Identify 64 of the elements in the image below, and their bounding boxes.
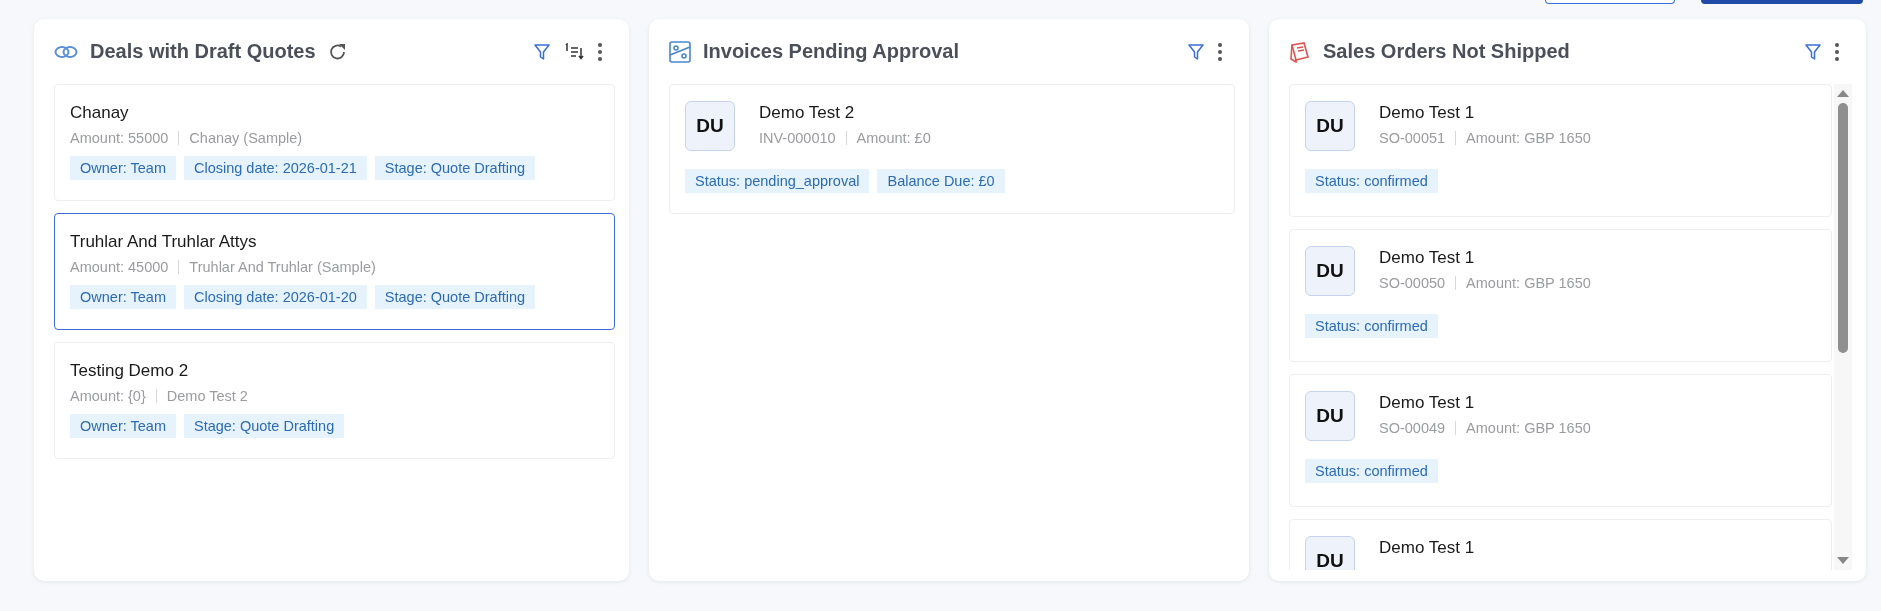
sort-icon[interactable] [563,42,585,61]
tag: Status: pending_approval [685,169,870,193]
record-card[interactable]: Chanay Amount: 55000 Chanay (Sample) Owner: Team Closing date: 2026-01-21 Stage: Quote Drafting [54,84,615,201]
panel-title: Deals with Draft Quotes [90,40,316,63]
record-detail: Amount: 45000 [70,259,169,275]
more-icon[interactable] [597,41,603,62]
record-card[interactable]: DU Demo Test 1 SO-00050 Amount: GBP 1650 Status: confirmed [1289,229,1832,362]
book-icon [1289,40,1311,63]
record-card[interactable]: DU Demo Test 1 [1289,519,1832,570]
filter-icon[interactable] [1187,42,1205,61]
record-card[interactable]: Testing Demo 2 Amount: {0} Demo Test 2 Owner: Team Stage: Quote Drafting [54,342,615,459]
tag: Owner: Team [70,156,176,180]
record-detail: Amount: £0 [856,130,931,146]
record-detail: Amount: GBP 1650 [1466,275,1591,291]
record-detail: SO-00051 [1379,130,1446,146]
record-name: Demo Test 1 [1379,393,1476,413]
secondary-button[interactable] [1545,0,1675,4]
avatar: DU [1305,391,1355,441]
record-detail: Demo Test 2 [166,388,248,404]
record-card[interactable]: Truhlar And Truhlar Attys Amount: 45000 Truhlar And Truhlar (Sample) Owner: Team Closing date: 2026-01-20 Stage: Quote Drafting [54,213,615,330]
record-detail: Truhlar And Truhlar (Sample) [189,259,376,275]
record-detail: Chanay (Sample) [189,130,303,146]
record-card[interactable]: DU Demo Test 1 SO-00049 Amount: GBP 1650 Status: confirmed [1289,374,1832,507]
tag: Closing date: 2026-01-20 [183,285,367,309]
record-detail: Amount: GBP 1650 [1466,130,1591,146]
record-name: Chanay [70,103,130,123]
record-name: Demo Test 1 [1379,538,1475,558]
record-detail: SO-00050 [1379,275,1446,291]
more-icon[interactable] [1834,41,1840,62]
tag: Status: confirmed [1305,459,1438,483]
record-detail: Amount: {0} [70,388,146,404]
avatar: DU [1305,246,1355,296]
avatar: DU [1305,101,1355,151]
filter-icon[interactable] [1804,42,1822,61]
record-card[interactable]: DU Demo Test 2 INV-000010 Amount: £0 Status: pending_approval Balance Due: £0 [669,84,1235,214]
link-rings-icon [54,43,78,60]
invoice-icon [669,40,691,63]
avatar: DU [1305,536,1355,570]
tag: Owner: Team [70,285,176,309]
record-detail: Amount: 55000 [70,130,169,146]
tag: Stage: Quote Drafting [374,285,536,309]
record-card[interactable]: DU Demo Test 1 SO-00051 Amount: GBP 1650 Status: confirmed [1289,84,1832,217]
record-name: Demo Test 1 [1379,103,1476,123]
record-detail: Amount: GBP 1650 [1466,420,1591,436]
record-name: Demo Test 1 [1379,248,1476,268]
record-name: Testing Demo 2 [70,361,190,381]
tag: Stage: Quote Drafting [374,156,536,180]
record-detail: INV-000010 [759,130,836,146]
avatar: DU [685,101,735,151]
panel-title: Invoices Pending Approval [703,40,959,63]
tag: Balance Due: £0 [877,169,1005,193]
record-name: Demo Test 2 [759,103,856,123]
refresh-icon[interactable] [327,41,348,62]
panel-title: Sales Orders Not Shipped [1323,40,1570,63]
tag: Stage: Quote Drafting [183,414,345,438]
more-icon[interactable] [1217,41,1223,62]
tag: Closing date: 2026-01-21 [183,156,367,180]
scrollbar[interactable] [1834,84,1852,570]
record-name: Truhlar And Truhlar Attys [70,232,258,252]
tag: Owner: Team [70,414,176,438]
tag: Status: confirmed [1305,314,1438,338]
record-detail: SO-00049 [1379,420,1446,436]
tag: Status: confirmed [1305,169,1438,193]
filter-icon[interactable] [533,42,551,61]
